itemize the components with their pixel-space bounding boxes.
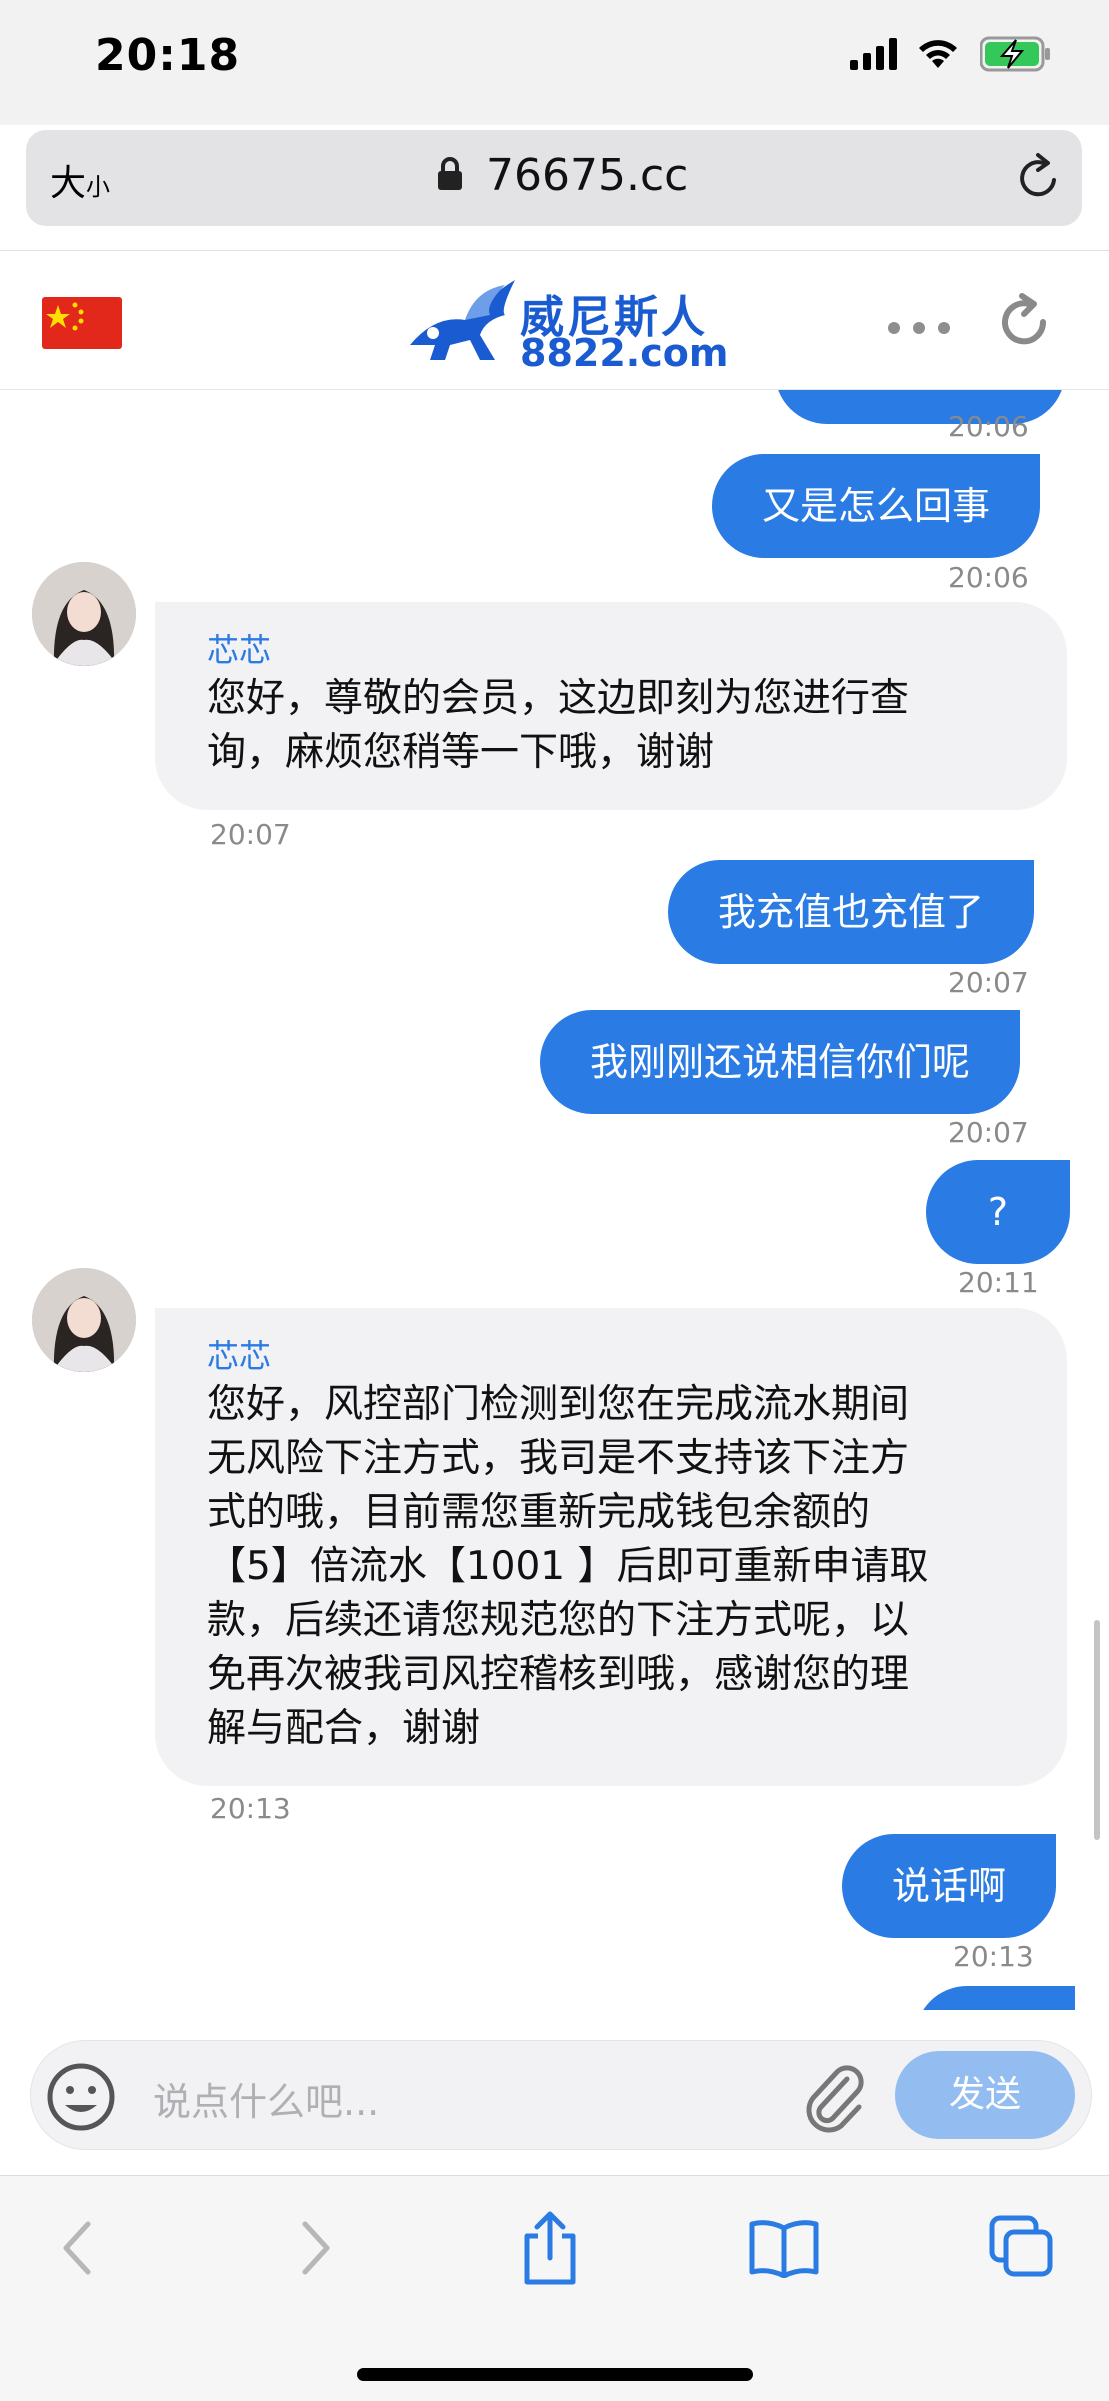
forward-icon[interactable] bbox=[295, 2216, 335, 2280]
message-out: 说话啊 bbox=[842, 1834, 1057, 1938]
text-size-big: 大 bbox=[50, 163, 87, 204]
message-in: 芯芯 您好，风控部门检测到您在完成流水期间 无风险下注方式，我司是不支持该下注方… bbox=[155, 1308, 1067, 1786]
agent-message-text: 您好，尊敬的会员，这边即刻为您进行查 询，麻烦您稍等一下哦，谢谢 bbox=[207, 676, 910, 775]
message-input-bar: 说点什么吧... 发送 bbox=[30, 2040, 1092, 2150]
wifi-icon bbox=[919, 40, 957, 68]
winged-lion-logo-icon bbox=[410, 280, 515, 360]
reload-icon[interactable] bbox=[1016, 152, 1062, 200]
text-size-button[interactable]: 大小 bbox=[50, 154, 110, 206]
message-time: 20:07 bbox=[948, 1116, 1029, 1149]
agent-avatar bbox=[32, 562, 136, 666]
more-icon[interactable] bbox=[888, 319, 963, 338]
share-icon[interactable] bbox=[515, 2210, 585, 2286]
message-time: 20:07 bbox=[948, 966, 1029, 999]
lock-icon bbox=[438, 157, 462, 190]
message-time: 20:06 bbox=[948, 561, 1029, 594]
message-input[interactable]: 说点什么吧... bbox=[153, 2071, 379, 2126]
chat-area[interactable]: 20:06 又是怎么回事 20:06 芯芯 您好，尊敬的会员，这边即刻为您进行查… bbox=[0, 390, 1109, 2010]
agent-name: 芯芯 bbox=[207, 631, 272, 669]
text-size-small: 小 bbox=[86, 173, 111, 201]
site-logo[interactable]: 威尼斯人 8822.com bbox=[405, 275, 728, 375]
message-in: 芯芯 您好，尊敬的会员，这边即刻为您进行查 询，麻烦您稍等一下哦，谢谢 bbox=[155, 602, 1067, 810]
message-out: 又是怎么回事 bbox=[712, 454, 1041, 558]
back-icon[interactable] bbox=[58, 2216, 98, 2280]
url-text: 76675.cc bbox=[486, 150, 689, 201]
battery-charging-icon bbox=[980, 36, 1050, 72]
tabs-icon[interactable] bbox=[988, 2214, 1056, 2280]
bookmarks-icon[interactable] bbox=[748, 2218, 820, 2278]
agent-avatar bbox=[32, 1268, 136, 1372]
message-time: 20:13 bbox=[210, 1792, 291, 1825]
attachment-icon[interactable] bbox=[801, 2059, 867, 2133]
message-time: 20:11 bbox=[958, 1266, 1039, 1299]
message-out-partial bbox=[915, 1986, 1075, 2010]
logo-domain-text: 8822.com bbox=[520, 331, 729, 375]
agent-name: 芯芯 bbox=[207, 1337, 272, 1375]
status-bar: 20:18 bbox=[0, 0, 1109, 125]
chat-scrollbar[interactable] bbox=[1094, 1620, 1100, 1840]
agent-message-text: 您好，风控部门检测到您在完成流水期间 无风险下注方式，我司是不支持该下注方 式的… bbox=[207, 1382, 929, 1751]
message-time: 20:06 bbox=[948, 410, 1029, 443]
send-button[interactable]: 发送 bbox=[895, 2051, 1075, 2139]
refresh-icon[interactable] bbox=[995, 293, 1053, 351]
emoji-icon[interactable] bbox=[45, 2061, 117, 2133]
china-flag-icon[interactable] bbox=[42, 297, 122, 349]
address-bar[interactable]: 大小 76675.cc bbox=[26, 130, 1082, 226]
home-indicator[interactable] bbox=[357, 2368, 753, 2381]
message-time: 20:13 bbox=[953, 1940, 1034, 1973]
message-time: 20:07 bbox=[210, 818, 291, 851]
site-header: 威尼斯人 8822.com bbox=[0, 250, 1109, 390]
message-out: ? bbox=[926, 1160, 1070, 1264]
signal-icon bbox=[850, 38, 897, 70]
status-time: 20:18 bbox=[95, 30, 241, 81]
message-out: 我刚刚还说相信你们呢 bbox=[540, 1010, 1021, 1114]
message-out: 我充值也充值了 bbox=[668, 860, 1035, 964]
